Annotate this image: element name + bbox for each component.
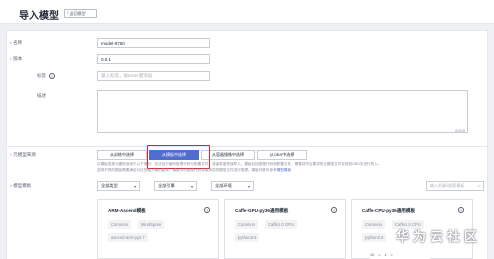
back-button[interactable]: ‹ 返回模型 (64, 9, 97, 18)
filter-engine-select[interactable]: 全部引擎 ▾ (154, 181, 197, 191)
tag-chip: Common (362, 220, 385, 229)
tab-from-training[interactable]: 从训练中选择 (97, 150, 147, 160)
required-mark: * (10, 152, 12, 158)
help-icon[interactable]: ? (204, 207, 210, 213)
chevron-down-icon: ▾ (190, 183, 193, 189)
version-input[interactable]: 0.0.1 (97, 54, 210, 64)
template-card[interactable]: ARM-Ascend模板 ? Common MindSpore ascend-a… (97, 199, 219, 259)
search-icon: ⌕ (477, 184, 480, 188)
description-counter: 0/100 (455, 128, 466, 133)
help-icon[interactable]: ? (458, 207, 464, 213)
tag-chip: Common (108, 220, 131, 229)
description-label: 描述 (37, 93, 46, 98)
name-label: * 名称 (10, 40, 23, 46)
model-template-link[interactable]: 模型模板 (277, 168, 291, 172)
tab-from-obs[interactable]: 从OBS中选择 (257, 150, 307, 160)
source-label: * 元模型来源 (10, 152, 36, 158)
card-title: Caffe-GPU-py36通用模板 (235, 208, 289, 213)
page-size-select[interactable]: 10 (370, 253, 374, 257)
watermark: 华为云社区 (396, 229, 482, 244)
template-label: * 模型模板 (10, 183, 32, 189)
back-button-label: 返回模型 (69, 10, 86, 16)
chevron-down-icon: ▾ (133, 183, 136, 189)
chevron-down-icon: ▾ (247, 183, 250, 189)
template-card[interactable]: Caffe-GPU-py36通用模板 ? Common Caffe1.0 GPU… (224, 199, 346, 259)
pagination: 10 < 1 > (370, 250, 430, 259)
help-icon[interactable]: ? (49, 73, 55, 79)
card-title: Caffe-CPU-py36通用模板 (362, 208, 416, 213)
top-bar: 导入模型 ‹ 返回模型 (0, 0, 494, 24)
prev-page-button[interactable]: < (378, 253, 380, 257)
card-title: ARM-Ascend模板 (108, 208, 146, 213)
required-mark: * (10, 56, 12, 62)
source-description-line-1: 从模板选择元模型适用于以下情况：无法自行编写推理代码与配置文件，或者希望快速导入… (97, 162, 382, 166)
tag-chip: python3.6 (235, 233, 260, 242)
next-page-button[interactable]: > (391, 253, 393, 257)
filter-type-select[interactable]: 全部类型 ▾ (97, 181, 140, 191)
current-page[interactable]: 1 (384, 253, 386, 257)
page-title: 导入模型 (19, 11, 59, 22)
version-label: * 版本 (10, 56, 23, 62)
required-mark: * (10, 183, 12, 189)
tag-chip: Common (235, 220, 258, 229)
name-input[interactable]: model-9750 (97, 38, 210, 48)
section-divider (6, 146, 488, 147)
tag-chip: python3.6 (362, 233, 387, 242)
description-textarea[interactable] (97, 90, 468, 133)
template-search-input[interactable]: 输入关键词搜索模板 ⌕ (426, 181, 484, 191)
tags-label: 标签 ? (37, 73, 55, 79)
tag-chip: MindSpore (138, 220, 165, 229)
help-icon[interactable]: ? (331, 207, 337, 213)
required-mark: * (10, 40, 12, 46)
tag-chip: ascend-arm-py2.7 (108, 233, 148, 242)
source-description-line-2: 选择不同的模板需要满足对应的输入输出要求，模板中的推理代码将调用您的模型文件进行… (97, 168, 292, 172)
tags-input[interactable]: 输入标签，按Enter键添加 (97, 71, 210, 81)
tag-chip: Caffe1.0 GPU (265, 220, 297, 229)
filter-env-select[interactable]: 全部环境 ▾ (211, 181, 254, 191)
chevron-left-icon: ‹ (67, 10, 69, 16)
